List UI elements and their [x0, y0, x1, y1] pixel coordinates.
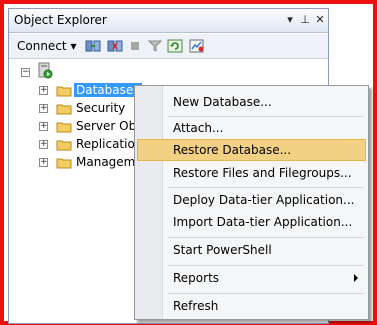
tree-node-security[interactable]: Security [76, 101, 125, 115]
disconnect-server-icon[interactable] [107, 39, 123, 53]
menu-item-label: Restore Files and Filegroups... [173, 166, 352, 180]
menu-separator [168, 187, 364, 188]
menu-item-attach[interactable]: Attach... [137, 117, 366, 139]
menu-item-label: Import Data-tier Application... [173, 215, 353, 229]
screenshot-frame: Object Explorer ▾ ⊥ ✕ Connect ▾ − + Data… [0, 0, 377, 325]
connect-label: Connect [17, 39, 67, 53]
stop-icon[interactable] [127, 39, 143, 53]
activity-monitor-icon[interactable] [189, 39, 205, 53]
tree-node-databases[interactable]: Databases [74, 83, 142, 97]
window-position-icon[interactable]: ▾ [283, 13, 297, 27]
menu-item-restore-files[interactable]: Restore Files and Filegroups... [137, 162, 366, 184]
menu-item-deploy-data-tier[interactable]: Deploy Data-tier Application... [137, 189, 366, 211]
title-bar: Object Explorer ▾ ⊥ ✕ [9, 9, 328, 33]
expander-security[interactable]: + [39, 104, 48, 113]
menu-item-import-data-tier[interactable]: Import Data-tier Application... [137, 211, 366, 233]
menu-separator [168, 265, 364, 266]
submenu-arrow-icon [354, 274, 358, 282]
menu-separator [168, 293, 364, 294]
filter-icon[interactable] [147, 39, 163, 53]
root-expander[interactable]: − [21, 68, 30, 77]
folder-icon [56, 122, 72, 133]
expander-databases[interactable]: + [39, 86, 48, 95]
menu-item-label: Attach... [173, 121, 224, 135]
server-icon[interactable] [37, 62, 53, 79]
context-menu: New Database... Attach... Restore Databa… [134, 85, 369, 320]
folder-icon [56, 140, 72, 151]
tree-node-replication[interactable]: Replication [76, 137, 142, 151]
expander-replication[interactable]: + [39, 140, 48, 149]
menu-item-label: Reports [173, 271, 220, 285]
pin-icon[interactable]: ⊥ [298, 13, 312, 27]
menu-item-label: Refresh [173, 299, 219, 313]
panel-title: Object Explorer [14, 13, 107, 27]
menu-item-label: Start PowerShell [173, 243, 272, 257]
menu-item-refresh[interactable]: Refresh [137, 295, 366, 317]
menu-item-new-database[interactable]: New Database... [137, 91, 366, 113]
menu-item-label: Deploy Data-tier Application... [173, 193, 355, 207]
folder-icon [56, 104, 72, 115]
folder-icon [56, 158, 72, 169]
connect-button[interactable]: Connect ▾ [17, 39, 76, 53]
menu-item-restore-database[interactable]: Restore Database... [137, 139, 366, 161]
chevron-down-icon: ▾ [70, 39, 77, 53]
menu-item-label: New Database... [173, 95, 272, 109]
menu-separator [168, 237, 364, 238]
expander-server-objects[interactable]: + [39, 122, 48, 131]
refresh-icon[interactable] [167, 39, 183, 53]
close-icon[interactable]: ✕ [313, 13, 327, 27]
menu-item-label: Restore Database... [173, 143, 292, 157]
expander-management[interactable]: + [39, 158, 48, 167]
folder-icon [56, 86, 72, 97]
menu-item-reports[interactable]: Reports [137, 267, 366, 289]
connect-server-icon[interactable] [85, 39, 101, 53]
menu-item-start-powershell[interactable]: Start PowerShell [137, 239, 366, 261]
tree-node-management[interactable]: Manageme [76, 155, 143, 169]
toolbar: Connect ▾ [9, 34, 328, 59]
